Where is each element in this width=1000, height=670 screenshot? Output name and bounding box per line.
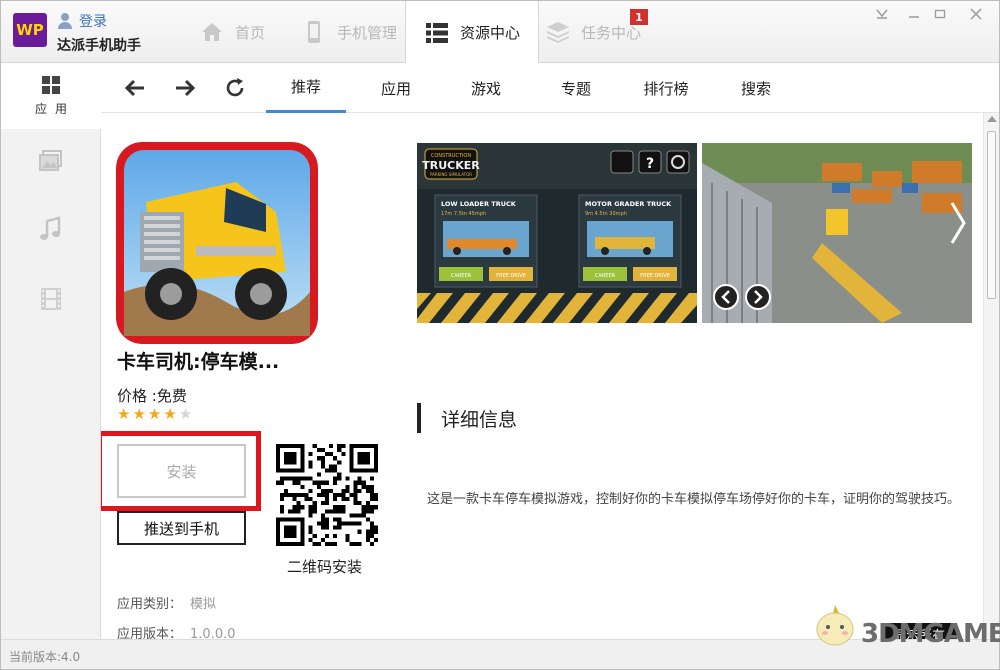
maximize-icon: [934, 9, 946, 19]
tab-recommend[interactable]: 推荐: [266, 63, 346, 113]
app-title: 卡车司机:停车模...: [117, 351, 280, 373]
list-icon: [426, 22, 448, 43]
layers-icon: [547, 22, 569, 43]
qr-install-label: 二维码安装: [287, 558, 363, 576]
task-count-badge: 1: [629, 8, 649, 26]
app-logo: WP: [13, 13, 47, 47]
screenshot-1[interactable]: CONSTRUCTION TRUCKER PARKING SIMULATOR ?…: [417, 143, 697, 323]
star-icon: ★: [117, 405, 131, 423]
shot1-panel2-title: MOTOR GRADER TRUCK: [585, 200, 672, 208]
close-icon: [970, 8, 982, 20]
install-button[interactable]: 安装: [117, 444, 246, 498]
music-icon[interactable]: [37, 215, 65, 243]
details-heading: 详细信息: [417, 403, 517, 433]
push-to-phone-button[interactable]: 推送到手机: [117, 511, 246, 545]
shot1-game-title: TRUCKER: [422, 159, 480, 172]
tab-search[interactable]: 搜索: [716, 63, 796, 113]
tab-rankings[interactable]: 排行榜: [626, 63, 706, 113]
back-arrow-icon[interactable]: [123, 76, 147, 100]
phone-icon: [308, 21, 320, 43]
login-link[interactable]: 登录: [57, 11, 107, 31]
star-icon: ★: [132, 405, 146, 423]
tab-phone-manage[interactable]: 手机管理: [283, 1, 415, 63]
tab-topics[interactable]: 专题: [536, 63, 616, 113]
shot1-panel1-title: LOW LOADER TRUCK: [441, 200, 517, 208]
forward-arrow-icon[interactable]: [173, 76, 197, 100]
login-label: 登录: [79, 14, 107, 30]
app-category: 应用类别： 模拟: [117, 593, 216, 612]
app-category-value: 模拟: [190, 597, 217, 612]
shot1-panel2-career: CAREER: [595, 273, 616, 279]
shot1-panel1-stats: 17m 7.5tn 45mph: [441, 211, 486, 217]
shot1-panel2-free-drive: FREE DRIVE: [640, 273, 670, 279]
watermark-text: 3DMGAME: [861, 619, 1000, 649]
minimize-icon: [909, 16, 919, 18]
mascot-icon: [816, 605, 854, 646]
app-version-label: 应用版本：: [117, 627, 183, 639]
sidebar-item-apps[interactable]: 应用: [1, 63, 101, 129]
home-icon: [202, 23, 222, 41]
minimize-button[interactable]: [903, 5, 925, 23]
screenshot-2[interactable]: [702, 143, 972, 323]
apps-grid-icon: [42, 75, 60, 94]
app-version: 应用版本： 1.0.0.0: [117, 623, 236, 639]
sidebar-item-apps-label: 应用: [34, 101, 75, 116]
star-icon: ★: [178, 405, 193, 423]
film-icon[interactable]: [37, 285, 65, 313]
watermark: 3DMGAME: [813, 601, 1000, 647]
shot1-panel1-free-drive: FREE DRIVE: [496, 273, 526, 279]
chevron-down-icon: [876, 9, 888, 19]
user-icon: [57, 13, 73, 29]
tab-resource-center[interactable]: 资源中心: [405, 1, 540, 64]
star-icon: ★: [147, 405, 162, 423]
shot1-panel2-stats: 9m 4.5tn 30mph: [585, 211, 627, 217]
left-sidebar: 应用: [1, 63, 101, 639]
scroll-up-arrow-icon[interactable]: [987, 116, 997, 122]
tab-resource-center-label: 资源中心: [460, 24, 521, 42]
refresh-icon[interactable]: [223, 76, 247, 100]
qr-code: [276, 444, 378, 546]
maximize-button[interactable]: [929, 5, 951, 23]
close-button[interactable]: [965, 5, 987, 23]
app-window: WP 登录 达派手机助手 首页 手机管理 资源中心 任务中心 1 应用 推荐 应…: [0, 0, 1000, 670]
app-description: 这是一款卡车停车模拟游戏，控制好你的卡车模拟停车场停好你的卡车，证明你的驾驶技巧…: [427, 492, 961, 507]
tab-home-label: 首页: [235, 23, 266, 42]
title-bar: WP 登录 达派手机助手 首页 手机管理 资源中心 任务中心 1: [1, 1, 999, 64]
shot1-panel1-career: CAREER: [451, 273, 472, 279]
app-icon: [116, 142, 318, 344]
rating-stars: ★ ★ ★ ★ ★: [117, 407, 192, 422]
app-detail-content: 卡车司机:停车模... 价格 :免费 ★ ★ ★ ★ ★ 安装 推送到手机 二维码安装 …: [101, 113, 983, 639]
app-category-label: 应用类别：: [117, 597, 183, 612]
tab-home[interactable]: 首页: [181, 1, 283, 63]
svg-text:?: ?: [646, 156, 654, 172]
app-name: 达派手机助手: [57, 38, 141, 54]
scrollbar-thumb[interactable]: [987, 131, 996, 299]
tab-phone-manage-label: 手机管理: [337, 23, 398, 42]
scrollbar[interactable]: [983, 113, 999, 639]
image-icon[interactable]: [37, 147, 65, 175]
content-nav-bar: 推荐 应用 游戏 专题 排行榜 搜索: [101, 63, 999, 113]
skin-button[interactable]: [871, 5, 893, 23]
shot1-game-subtitle: PARKING SIMULATOR: [430, 172, 472, 177]
tab-games[interactable]: 游戏: [446, 63, 526, 113]
current-version: 当前版本:4.0: [9, 650, 81, 664]
app-price: 价格 :免费: [117, 387, 187, 405]
app-version-value: 1.0.0.0: [190, 627, 236, 639]
tab-apps[interactable]: 应用: [356, 63, 436, 113]
star-icon: ★: [163, 405, 177, 423]
